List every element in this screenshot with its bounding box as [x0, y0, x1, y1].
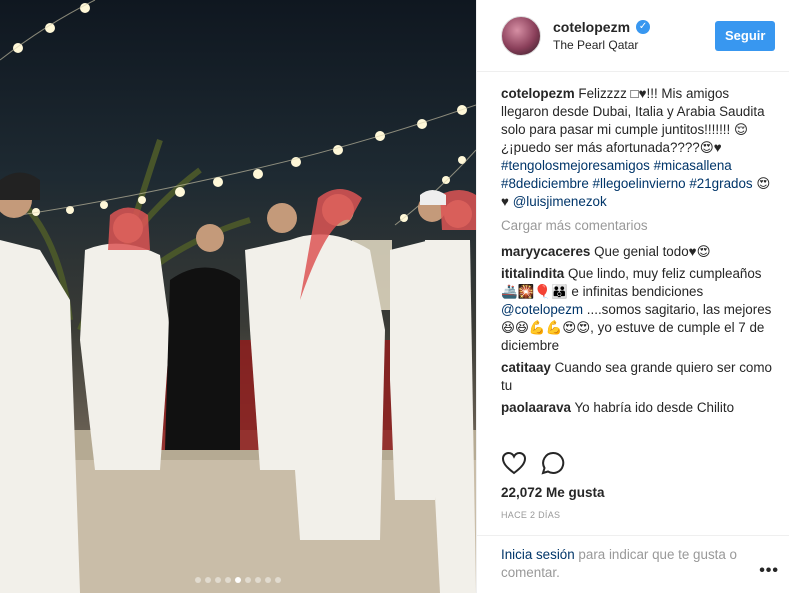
- carousel-dot[interactable]: [275, 577, 281, 583]
- login-link[interactable]: Inicia sesión: [501, 547, 575, 562]
- load-more-comments[interactable]: Cargar más comentarios: [501, 217, 773, 235]
- comments-list: cotelopezm Felizzzz □♥!!! Mis amigos lle…: [477, 72, 789, 446]
- comment-item: maryycaceres Que genial todo♥😍: [501, 243, 773, 261]
- comment-username[interactable]: maryycaceres: [501, 244, 590, 259]
- carousel-dot[interactable]: [265, 577, 271, 583]
- comment-item: paolaarava Yo habría ido desde Chilito: [501, 399, 773, 417]
- post-header: cotelopezm ✓ The Pearl Qatar Seguir: [477, 0, 789, 72]
- comment-text: Que genial todo♥😍: [594, 244, 711, 259]
- comment-mention[interactable]: @cotelopezm: [501, 302, 583, 317]
- carousel-dot[interactable]: [215, 577, 221, 583]
- caption-hashtags[interactable]: #tengolosmejoresamigos #micasallena #8de…: [501, 158, 753, 191]
- post-side-panel: cotelopezm ✓ The Pearl Qatar Seguir cote…: [476, 0, 789, 593]
- heart-icon[interactable]: [501, 451, 527, 478]
- comment-username[interactable]: paolaarava: [501, 400, 571, 415]
- likes-count[interactable]: 22,072 Me gusta: [501, 485, 605, 500]
- post-timestamp[interactable]: HACE 2 DÍAS: [501, 510, 560, 520]
- login-prompt: Inicia sesión para indicar que te gusta …: [477, 535, 789, 582]
- username-row: cotelopezm ✓: [553, 19, 715, 35]
- carousel-dot[interactable]: [205, 577, 211, 583]
- comment-username[interactable]: catitaay: [501, 360, 551, 375]
- carousel-dot[interactable]: [195, 577, 201, 583]
- caption: cotelopezm Felizzzz □♥!!! Mis amigos lle…: [501, 85, 773, 211]
- avatar[interactable]: [501, 15, 541, 56]
- comment-item: catitaay Cuando sea grande quiero ser co…: [501, 359, 773, 395]
- post-actions: [501, 451, 567, 478]
- comment-text: Yo habría ido desde Chilito: [574, 400, 735, 415]
- comment-item: ititalindita Que lindo, muy feliz cumple…: [501, 265, 773, 355]
- caption-username[interactable]: cotelopezm: [501, 86, 575, 101]
- post-photo[interactable]: [0, 0, 476, 593]
- carousel-dot[interactable]: [235, 577, 241, 583]
- verified-badge-icon: ✓: [636, 20, 651, 34]
- location-link[interactable]: The Pearl Qatar: [553, 38, 715, 52]
- username-link[interactable]: cotelopezm: [553, 19, 630, 35]
- party-scene-image: [0, 0, 476, 593]
- carousel-indicators: [0, 577, 476, 583]
- caption-mention[interactable]: @luisjimenezok: [513, 194, 607, 209]
- carousel-dot[interactable]: [255, 577, 261, 583]
- comment-username[interactable]: ititalindita: [501, 266, 564, 281]
- header-info: cotelopezm ✓ The Pearl Qatar: [553, 19, 715, 52]
- carousel-dot[interactable]: [225, 577, 231, 583]
- follow-button[interactable]: Seguir: [715, 20, 775, 51]
- more-options-icon[interactable]: •••: [759, 562, 779, 580]
- carousel-dot[interactable]: [245, 577, 251, 583]
- comment-icon[interactable]: [541, 451, 567, 478]
